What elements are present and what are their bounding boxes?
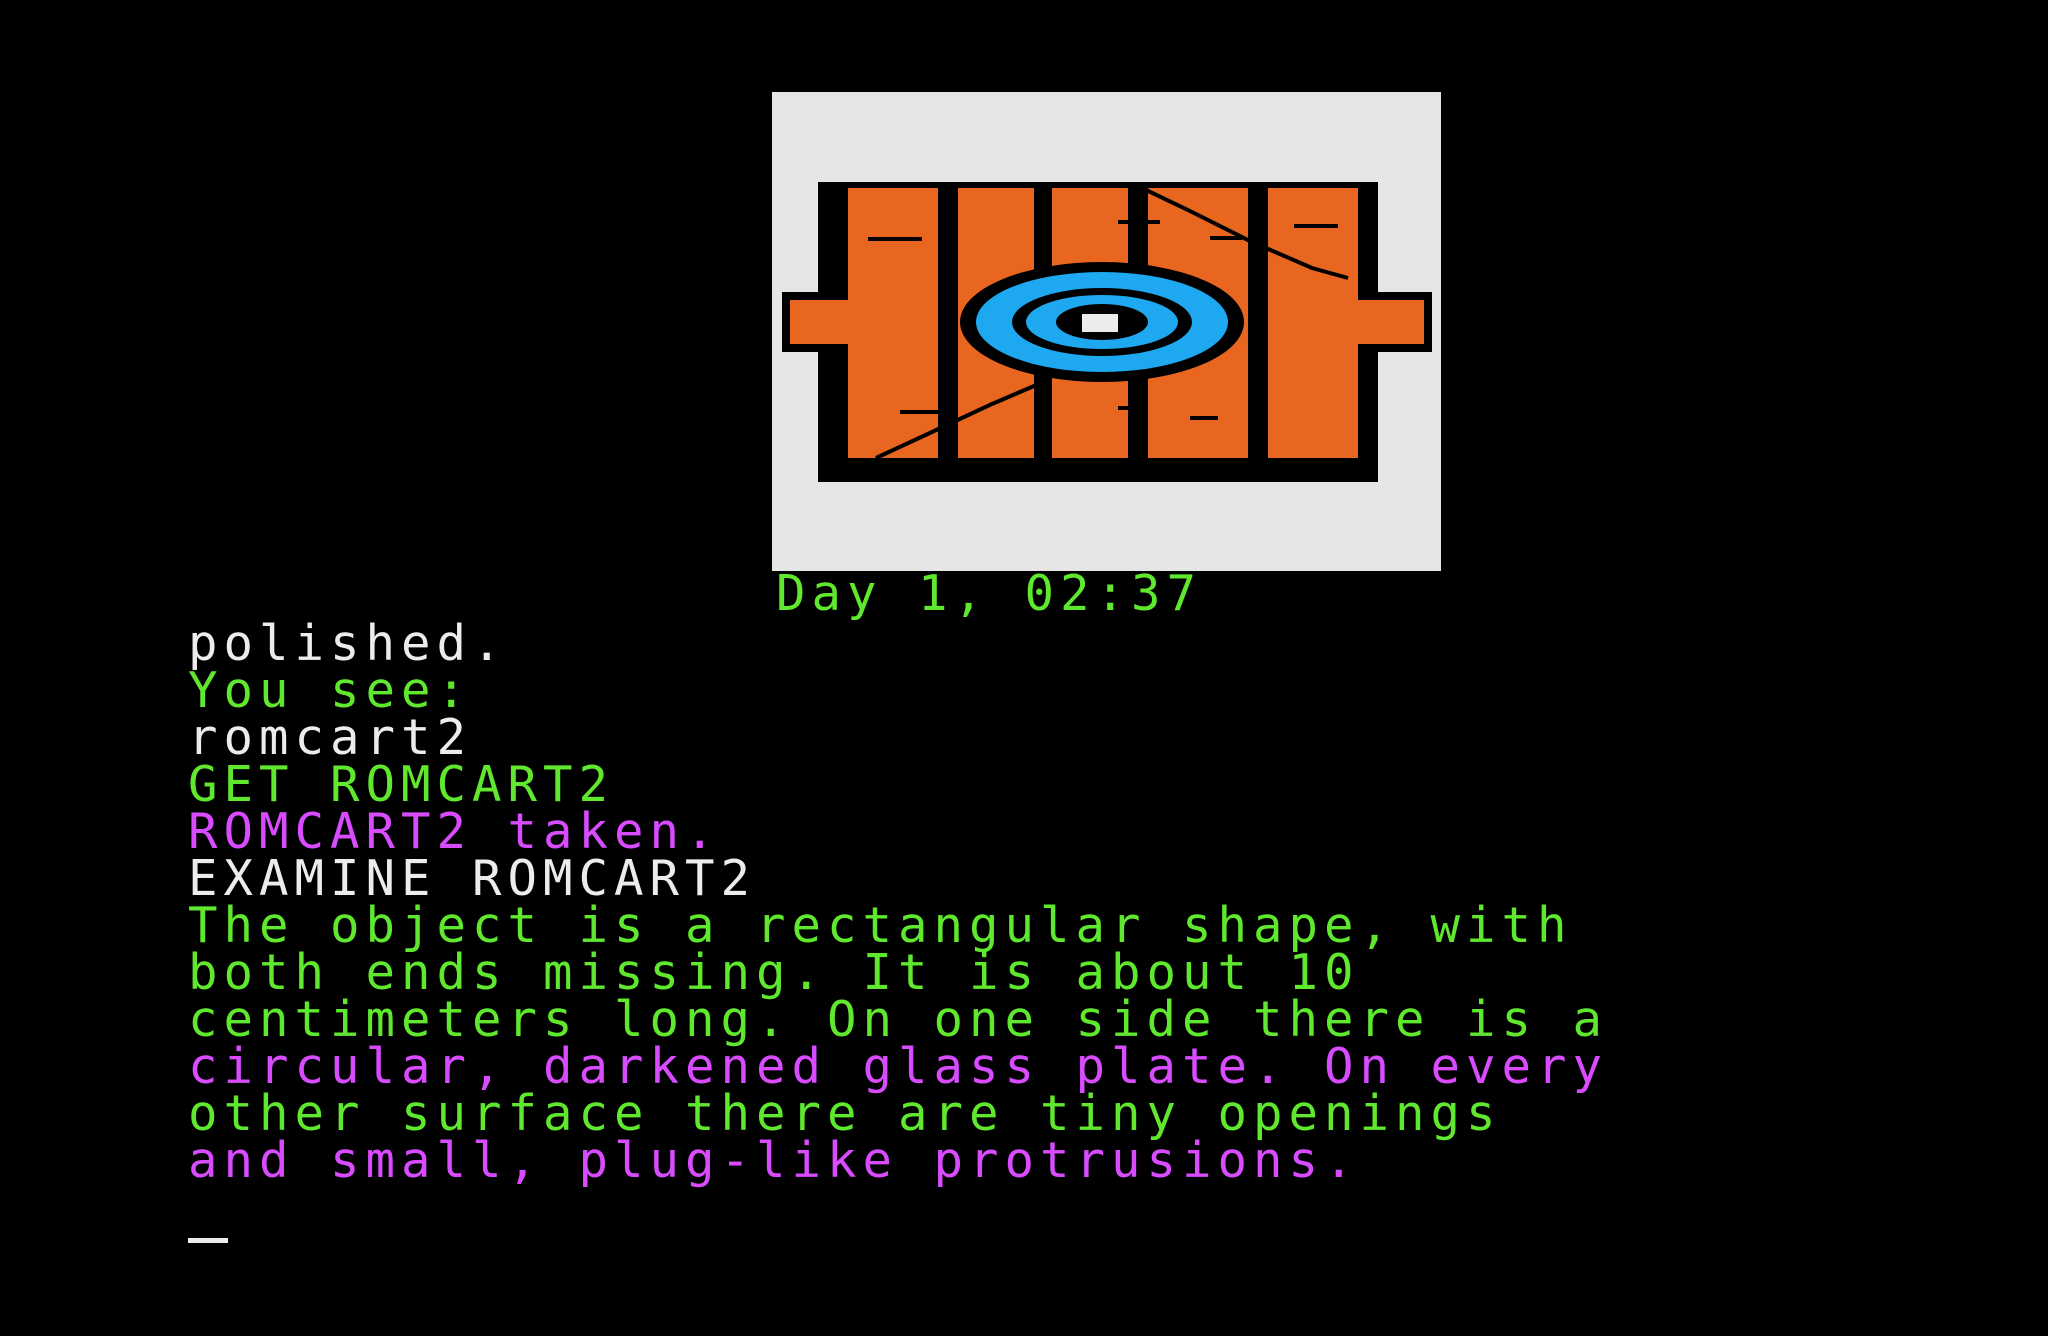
log-line: polished. <box>188 615 508 672</box>
log-line: centimeters long. On one side there is a <box>188 991 1609 1048</box>
game-text-log: polished. You see: romcart2 GET ROMCART2… <box>188 615 1609 1189</box>
log-line: circular, darkened glass plate. On every <box>188 1038 1609 1095</box>
log-line: romcart2 <box>188 709 473 766</box>
scene-illustration-panel <box>772 92 1441 571</box>
game-clock: Day 1, 02:37 <box>776 565 1203 622</box>
slat <box>1268 188 1358 458</box>
log-line: ROMCART2 taken. <box>188 803 721 860</box>
log-line: EXAMINE ROMCART2 <box>188 850 757 907</box>
lens-highlight <box>1082 314 1118 332</box>
log-line: You see: <box>188 662 473 719</box>
log-line: other surface there are tiny openings <box>188 1085 1502 1142</box>
slat <box>848 188 938 458</box>
log-line: and small, plug-like protrusions. <box>188 1132 1360 1189</box>
right-tab <box>1352 300 1424 344</box>
rom-cartridge-illustration <box>782 182 1432 482</box>
input-cursor[interactable] <box>188 1238 228 1243</box>
log-line: both ends missing. It is about 10 <box>188 944 1360 1001</box>
log-line: The object is a rectangular shape, with <box>188 897 1573 954</box>
log-line: GET ROMCART2 <box>188 756 615 813</box>
